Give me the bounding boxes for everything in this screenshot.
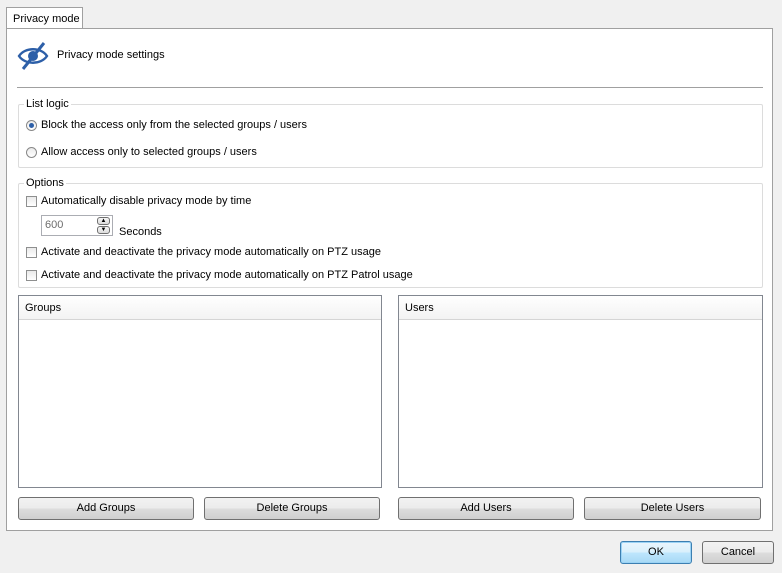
delete-groups-button[interactable]: Delete Groups bbox=[204, 497, 380, 520]
radio-allow-access[interactable]: Allow access only to selected groups / u… bbox=[26, 146, 257, 158]
header-divider bbox=[17, 87, 763, 88]
radio-block-access-label: Block the access only from the selected … bbox=[41, 119, 307, 131]
timeout-unit: Seconds bbox=[119, 226, 162, 238]
eye-slash-icon bbox=[17, 42, 49, 70]
list-logic-label: List logic bbox=[24, 98, 71, 110]
add-users-button[interactable]: Add Users bbox=[398, 497, 574, 520]
options-label: Options bbox=[24, 177, 66, 189]
ptz-usage-checkbox[interactable]: Activate and deactivate the privacy mode… bbox=[26, 246, 381, 258]
timeout-value[interactable]: 600 bbox=[45, 219, 63, 231]
stepper-up-icon[interactable]: ▲ bbox=[97, 217, 110, 225]
auto-disable-label: Automatically disable privacy mode by ti… bbox=[41, 195, 252, 207]
cancel-button[interactable]: Cancel bbox=[702, 541, 774, 564]
ok-button[interactable]: OK bbox=[620, 541, 692, 564]
ptz-patrol-checkbox[interactable]: Activate and deactivate the privacy mode… bbox=[26, 269, 413, 281]
radio-block-access[interactable]: Block the access only from the selected … bbox=[26, 119, 307, 131]
groups-column-header[interactable]: Groups bbox=[19, 296, 381, 320]
timeout-stepper[interactable]: 600 ▲ ▼ bbox=[41, 215, 113, 236]
radio-allow-access-label: Allow access only to selected groups / u… bbox=[41, 146, 257, 158]
ptz-usage-label: Activate and deactivate the privacy mode… bbox=[41, 246, 381, 258]
tab-privacy-mode[interactable]: Privacy mode bbox=[6, 7, 83, 28]
ptz-patrol-label: Activate and deactivate the privacy mode… bbox=[41, 269, 413, 281]
checkbox[interactable] bbox=[26, 246, 37, 258]
delete-users-button[interactable]: Delete Users bbox=[584, 497, 761, 520]
radio-button[interactable] bbox=[26, 119, 37, 131]
radio-button[interactable] bbox=[26, 146, 37, 158]
page-title: Privacy mode settings bbox=[57, 49, 165, 61]
stepper-down-icon[interactable]: ▼ bbox=[97, 226, 110, 234]
checkbox[interactable] bbox=[26, 269, 37, 281]
auto-disable-checkbox[interactable]: Automatically disable privacy mode by ti… bbox=[26, 195, 251, 207]
groups-list[interactable]: Groups bbox=[18, 295, 382, 488]
checkbox[interactable] bbox=[26, 195, 37, 207]
stepper-buttons: ▲ ▼ bbox=[97, 217, 110, 234]
list-logic-group: List logic bbox=[18, 98, 763, 168]
users-list[interactable]: Users bbox=[398, 295, 763, 488]
users-column-header[interactable]: Users bbox=[399, 296, 762, 320]
settings-panel: Privacy mode settings List logic Block t… bbox=[6, 28, 773, 531]
add-groups-button[interactable]: Add Groups bbox=[18, 497, 194, 520]
